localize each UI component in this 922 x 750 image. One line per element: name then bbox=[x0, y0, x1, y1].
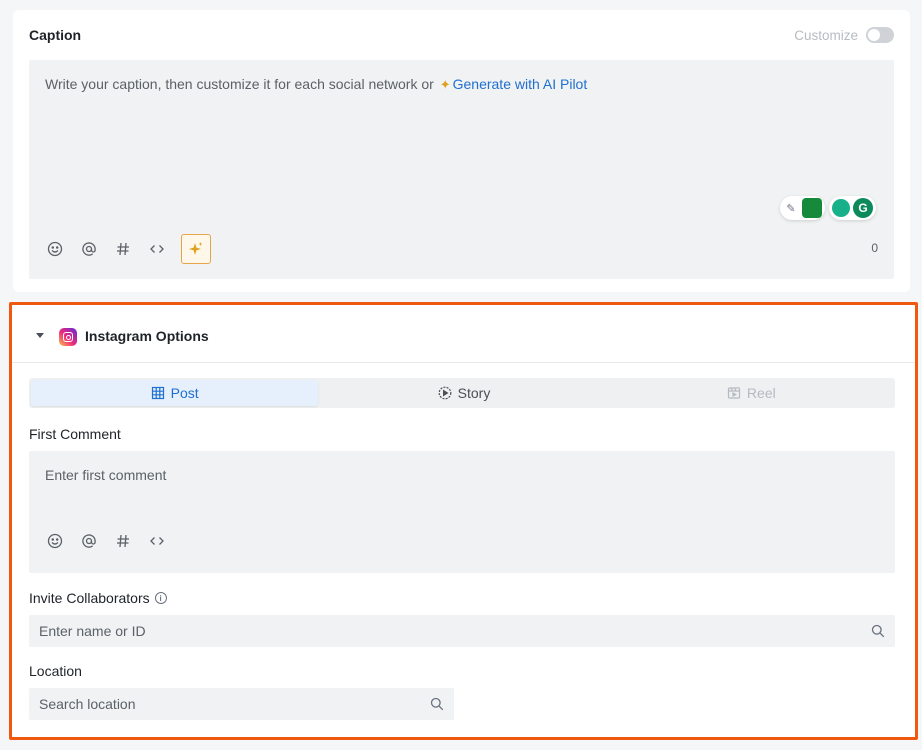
instagram-options-header[interactable]: Instagram Options bbox=[12, 305, 915, 363]
info-icon[interactable]: i bbox=[154, 592, 167, 604]
collaborators-placeholder: Enter name or ID bbox=[39, 623, 146, 639]
ai-sparkle-icon bbox=[189, 242, 203, 255]
grammarly-icon: G bbox=[853, 198, 873, 218]
writing-extension-badge[interactable]: ✎ bbox=[780, 196, 825, 220]
instagram-icon bbox=[59, 328, 77, 346]
code-icon[interactable] bbox=[147, 239, 167, 259]
location-input[interactable]: Search location bbox=[29, 688, 454, 720]
code-icon[interactable] bbox=[147, 531, 167, 551]
tab-post-label: Post bbox=[170, 385, 199, 401]
extension-green-icon bbox=[802, 198, 822, 218]
caption-placeholder-text: Write your caption, then customize it fo… bbox=[45, 76, 434, 92]
ai-sparkle-button[interactable] bbox=[181, 234, 211, 264]
collaborators-input[interactable]: Enter name or ID bbox=[29, 615, 895, 647]
location-label: Location bbox=[29, 663, 82, 679]
mention-icon[interactable] bbox=[79, 239, 99, 259]
invite-collaborators-label: Invite Collaborators i bbox=[29, 590, 167, 606]
post-type-tabs: Post Story Reel bbox=[29, 378, 895, 408]
hashtag-icon[interactable] bbox=[113, 239, 133, 259]
sparkle-icon: ✦ bbox=[439, 77, 451, 92]
caption-card: Caption Customize Write your caption, th… bbox=[13, 10, 910, 292]
lightbulb-icon bbox=[832, 199, 850, 217]
character-count: 0 bbox=[871, 241, 878, 255]
grid-icon bbox=[151, 386, 164, 400]
reel-icon bbox=[727, 387, 741, 399]
tab-story-label: Story bbox=[457, 385, 491, 401]
instagram-options-title: Instagram Options bbox=[85, 328, 209, 344]
emoji-icon[interactable] bbox=[45, 531, 65, 551]
invite-collaborators-label-text: Invite Collaborators bbox=[29, 590, 150, 606]
tab-reel-label: Reel bbox=[746, 385, 776, 401]
instagram-options-card: Instagram Options Post Story Reel First … bbox=[9, 302, 918, 740]
caption-title: Caption bbox=[29, 27, 82, 43]
caption-placeholder: Write your caption, then customize it fo… bbox=[45, 76, 587, 93]
caption-toolbar bbox=[45, 234, 211, 264]
customize-toggle[interactable] bbox=[866, 27, 894, 43]
extension-badges: ✎ G bbox=[780, 196, 876, 220]
first-comment-editor[interactable]: Enter first comment bbox=[29, 451, 895, 573]
first-comment-placeholder: Enter first comment bbox=[45, 467, 167, 483]
search-icon bbox=[430, 697, 444, 711]
search-icon bbox=[871, 624, 885, 638]
tab-post[interactable]: Post bbox=[31, 380, 319, 406]
caption-editor[interactable]: Write your caption, then customize it fo… bbox=[29, 60, 894, 279]
generate-ai-link[interactable]: Generate with AI Pilot bbox=[453, 76, 588, 92]
story-play-icon bbox=[438, 386, 452, 400]
location-placeholder: Search location bbox=[39, 696, 136, 712]
tab-reel[interactable]: Reel bbox=[608, 378, 895, 408]
hashtag-icon[interactable] bbox=[113, 531, 133, 551]
customize-toggle-group[interactable]: Customize bbox=[794, 27, 894, 43]
mention-icon[interactable] bbox=[79, 531, 99, 551]
comment-toolbar bbox=[45, 531, 167, 551]
pen-icon: ✎ bbox=[786, 202, 796, 215]
emoji-icon[interactable] bbox=[45, 239, 65, 259]
first-comment-label: First Comment bbox=[29, 426, 121, 442]
grammarly-badge[interactable]: G bbox=[829, 196, 876, 220]
collapse-caret-icon[interactable] bbox=[36, 333, 44, 338]
first-comment-label-text: First Comment bbox=[29, 426, 121, 442]
tab-story[interactable]: Story bbox=[320, 378, 607, 408]
location-label-text: Location bbox=[29, 663, 82, 679]
customize-label: Customize bbox=[794, 27, 858, 43]
